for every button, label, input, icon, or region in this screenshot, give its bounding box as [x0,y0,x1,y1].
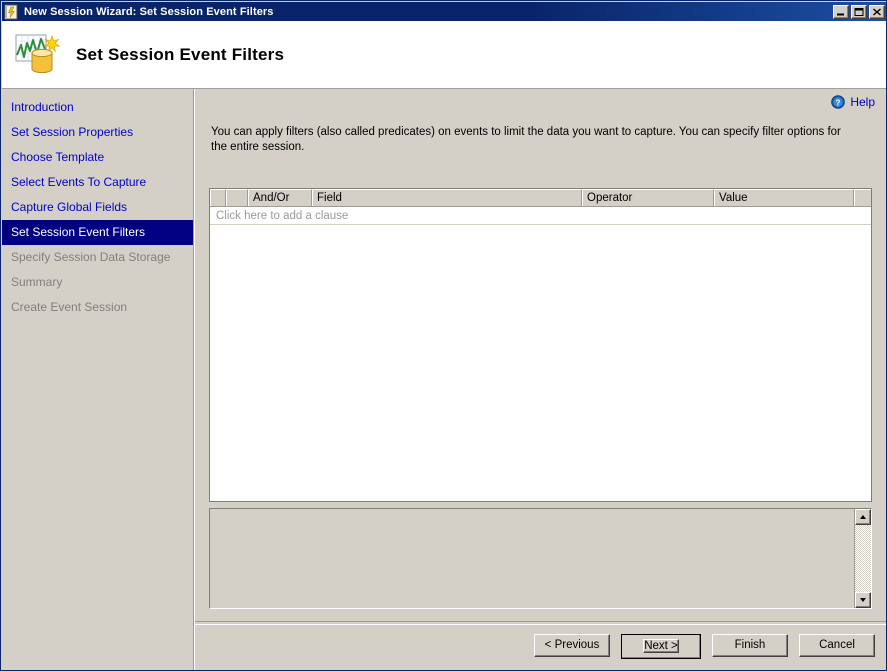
grid-column-field[interactable]: Field [312,189,582,206]
detail-pane-scrollbar[interactable] [854,509,871,608]
cancel-button[interactable]: Cancel [799,634,875,657]
wizard-document-icon [4,4,20,20]
page-header: Set Session Event Filters [2,21,886,89]
sidebar-item-capture-global-fields[interactable]: Capture Global Fields [2,195,193,220]
event-session-chart-database-icon [14,31,62,79]
grid-add-clause-row[interactable]: Click here to add a clause [210,207,871,225]
grid-column-filler[interactable] [854,189,871,206]
help-label: Help [850,95,875,109]
finish-button[interactable]: Finish [712,634,788,657]
wizard-window: New Session Wizard: Set Session Event Fi… [0,0,887,671]
main-content: ? Help You can apply filters (also calle… [195,89,886,670]
maximize-button[interactable] [851,4,867,19]
scroll-up-arrow-icon[interactable] [855,509,871,525]
page-description: You can apply filters (also called predi… [211,126,841,153]
previous-button[interactable]: < Previous [534,634,610,657]
wizard-button-bar: < Previous Next > Finish Cancel [534,634,875,659]
sidebar-item-summary: Summary [11,275,63,289]
grid-body: Click here to add a clause [210,207,871,225]
title-bar[interactable]: New Session Wizard: Set Session Event Fi… [2,2,886,21]
next-button-label: Next > [643,639,679,653]
filter-clause-grid[interactable]: And/Or Field Operator Value Click here t… [209,188,872,502]
grid-column-and-or[interactable]: And/Or [248,189,312,206]
footer-separator [195,621,886,625]
scroll-down-arrow-icon[interactable] [855,592,871,608]
page-title: Set Session Event Filters [76,44,285,64]
help-question-icon: ? [831,95,846,109]
sidebar-item-set-session-event-filters[interactable]: Set Session Event Filters [2,220,193,245]
sidebar-item-select-events-to-capture[interactable]: Select Events To Capture [2,170,193,195]
close-button[interactable] [869,4,885,19]
svg-text:?: ? [836,98,841,107]
grid-column-value[interactable]: Value [714,189,854,206]
grid-column-indicator[interactable] [226,189,248,206]
help-link[interactable]: ? Help [831,95,875,109]
minimize-button[interactable] [833,4,849,19]
sidebar-item-create-event-session: Create Event Session [11,300,128,314]
next-button[interactable]: Next > [621,634,701,659]
scrollbar-track[interactable] [855,525,871,592]
sidebar-item-specify-session-data-storage: Specify Session Data Storage [11,250,171,264]
wizard-step-list: Introduction Set Session Properties Choo… [2,89,193,670]
clause-detail-text [210,509,854,608]
sidebar-item-choose-template[interactable]: Choose Template [2,145,193,170]
window-title: New Session Wizard: Set Session Event Fi… [24,5,274,18]
add-clause-placeholder[interactable]: Click here to add a clause [210,207,348,224]
grid-header-row: And/Or Field Operator Value [210,189,871,207]
sidebar-item-set-session-properties[interactable]: Set Session Properties [2,120,193,145]
grid-column-operator[interactable]: Operator [582,189,714,206]
sidebar-item-introduction[interactable]: Introduction [2,95,193,120]
grid-column-selector[interactable] [210,189,226,206]
clause-detail-pane[interactable] [209,508,872,609]
